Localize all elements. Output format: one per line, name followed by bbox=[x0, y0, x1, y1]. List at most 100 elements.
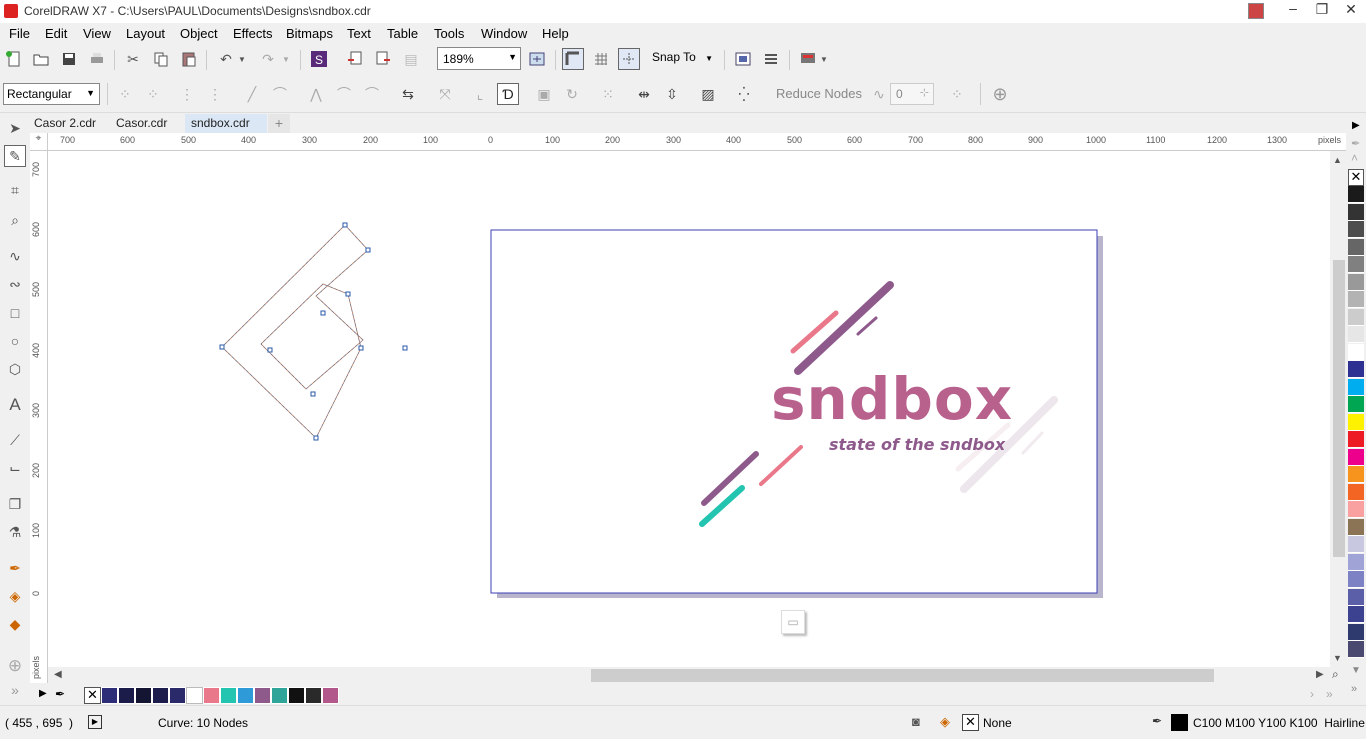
palette-swatch[interactable] bbox=[1348, 641, 1364, 658]
new-tab-icon[interactable]: + bbox=[268, 114, 290, 133]
import-icon[interactable] bbox=[344, 48, 366, 70]
undo-dropdown-icon[interactable]: ▼ bbox=[236, 48, 248, 70]
menu-layout[interactable]: Layout bbox=[126, 26, 165, 41]
text-tool-icon[interactable]: A bbox=[4, 394, 26, 416]
rotate-nodes-icon[interactable]: ↻ bbox=[561, 83, 583, 105]
document-palette-swatch[interactable] bbox=[271, 687, 288, 704]
restore-button[interactable]: ❐ bbox=[1312, 1, 1332, 23]
logo-tagline[interactable]: state of the sndbox bbox=[829, 437, 1005, 453]
fill-bucket-icon[interactable]: ◈ bbox=[940, 714, 950, 730]
options-icon[interactable] bbox=[732, 48, 754, 70]
zoom-level-select[interactable]: 189% ▼ bbox=[437, 47, 521, 70]
delete-node-icon[interactable]: ⁘ bbox=[142, 83, 164, 105]
palette-swatch[interactable] bbox=[1348, 203, 1364, 221]
polygon-tool-icon[interactable]: ⬡ bbox=[4, 358, 26, 380]
add-node-icon[interactable]: ⁘ bbox=[114, 83, 136, 105]
publish-pdf-icon[interactable]: ▤ bbox=[400, 48, 422, 70]
document-palette-swatch[interactable] bbox=[101, 687, 118, 704]
join-nodes-icon[interactable]: ⋮ bbox=[176, 83, 198, 105]
menu-text[interactable]: Text bbox=[347, 26, 371, 41]
palette-flyout-icon[interactable]: ▶ bbox=[1352, 120, 1360, 131]
eyedropper-icon[interactable]: ✒ bbox=[55, 687, 65, 701]
drop-shadow-icon[interactable]: ❐ bbox=[4, 493, 26, 515]
palette-expand-icon[interactable]: » bbox=[1351, 683, 1357, 695]
palette-swatch[interactable] bbox=[1348, 361, 1364, 378]
scroll-right-icon[interactable]: ▶ bbox=[1316, 669, 1324, 680]
tab-casor-2[interactable]: Casor 2.cdr bbox=[28, 114, 102, 133]
horizontal-scrollbar[interactable]: ◀ ▶ ⌕ bbox=[48, 667, 1346, 684]
document-palette-swatch[interactable] bbox=[288, 687, 305, 704]
save-icon[interactable] bbox=[58, 48, 80, 70]
palette-swatch[interactable] bbox=[1348, 571, 1364, 588]
menu-bitmaps[interactable]: Bitmaps bbox=[286, 26, 333, 41]
show-rulers-icon[interactable] bbox=[562, 48, 584, 70]
reverse-direction-icon[interactable]: ⇆ bbox=[397, 83, 419, 105]
extend-curve-icon[interactable]: ⤧ bbox=[434, 83, 456, 105]
vertical-scrollbar[interactable]: ▲ ▼ bbox=[1330, 151, 1346, 667]
toolbox-expand-icon[interactable]: » bbox=[4, 679, 26, 701]
curve-smoothness-field[interactable]: 0 ⊹ bbox=[890, 83, 934, 105]
palette-scroll-down-icon[interactable]: ▼ bbox=[1351, 665, 1361, 676]
stretch-nodes-icon[interactable]: ▣ bbox=[533, 83, 555, 105]
cusp-node-icon[interactable]: ⋀ bbox=[305, 83, 327, 105]
tab-sndbox[interactable]: sndbox.cdr bbox=[185, 114, 267, 133]
palette-swatch[interactable] bbox=[1348, 273, 1364, 291]
mirror-vertical-icon[interactable]: ⇳ bbox=[661, 83, 683, 105]
no-color-swatch[interactable]: ✕ bbox=[84, 687, 101, 704]
add-tool-icon[interactable]: ⊕ bbox=[4, 655, 26, 677]
palette-swatch[interactable] bbox=[1348, 501, 1364, 518]
ruler-origin-icon[interactable]: ⌖ bbox=[30, 133, 48, 151]
tab-casor[interactable]: Casor.cdr bbox=[110, 114, 173, 133]
rectangle-tool-icon[interactable]: □ bbox=[4, 302, 26, 324]
full-screen-preview-icon[interactable] bbox=[526, 48, 548, 70]
redo-dropdown-icon[interactable]: ▼ bbox=[280, 48, 292, 70]
ellipse-tool-icon[interactable]: ○ bbox=[4, 330, 26, 352]
scroll-left-icon[interactable]: ◀ bbox=[54, 669, 62, 680]
print-icon[interactable] bbox=[86, 48, 108, 70]
palette-swatch[interactable] bbox=[1348, 378, 1364, 396]
palette-swatch[interactable] bbox=[1348, 186, 1364, 203]
document-palette-swatch[interactable] bbox=[186, 687, 203, 704]
palette-swatch[interactable] bbox=[1348, 291, 1364, 308]
palette-swatch[interactable] bbox=[1348, 483, 1364, 501]
palette-swatch[interactable] bbox=[1348, 623, 1364, 641]
to-line-icon[interactable]: ╱ bbox=[241, 83, 263, 105]
add-icon[interactable]: ⊕ bbox=[989, 83, 1011, 105]
welcome-screen-icon[interactable] bbox=[797, 48, 819, 70]
interactive-fill-icon[interactable]: ◈ bbox=[4, 585, 26, 607]
extract-subpath-icon[interactable]: ⌞ bbox=[469, 83, 491, 105]
snap-to-dropdown[interactable]: Snap To ▼ bbox=[652, 50, 713, 70]
document-palette-swatch[interactable] bbox=[203, 687, 220, 704]
document-palette-swatch[interactable] bbox=[135, 687, 152, 704]
menu-tools[interactable]: Tools bbox=[434, 26, 464, 41]
page-options-icon[interactable]: ▭ bbox=[781, 610, 805, 634]
show-guidelines-icon[interactable] bbox=[618, 48, 640, 70]
palette-scroll-up-icon[interactable]: ˄ bbox=[1351, 151, 1358, 165]
to-curve-icon[interactable]: ⌒ bbox=[269, 83, 291, 105]
copy-icon[interactable] bbox=[150, 48, 172, 70]
scroll-up-icon[interactable]: ▲ bbox=[1333, 155, 1342, 165]
user-icon[interactable] bbox=[1248, 3, 1264, 19]
select-node-boundary-icon[interactable]: ⁘ bbox=[946, 83, 968, 105]
show-grid-icon[interactable] bbox=[590, 48, 612, 70]
menu-file[interactable]: File bbox=[9, 26, 30, 41]
connector-tool-icon[interactable]: ⌙ bbox=[4, 457, 26, 479]
palette-swatch[interactable] bbox=[1348, 343, 1364, 361]
document-palette-swatch[interactable] bbox=[169, 687, 186, 704]
transparency-icon[interactable]: ⚗ bbox=[4, 521, 26, 543]
smart-fill-icon[interactable]: ◆ bbox=[4, 613, 26, 635]
pick-tool-icon[interactable]: ➤ bbox=[4, 117, 26, 139]
outline-pen-icon[interactable]: ✒ bbox=[1152, 714, 1162, 728]
corel-connect-icon[interactable]: S bbox=[308, 48, 330, 70]
palette-swatch[interactable] bbox=[1348, 396, 1364, 413]
freehand-tool-icon[interactable]: ∿ bbox=[4, 245, 26, 267]
menu-table[interactable]: Table bbox=[387, 26, 418, 41]
palette-swatch[interactable] bbox=[1348, 466, 1364, 483]
eyedropper-tool-icon[interactable]: ✒ bbox=[4, 557, 26, 579]
palette-menu-icon[interactable]: ▶ bbox=[39, 688, 47, 699]
palette-swatch[interactable] bbox=[1348, 518, 1364, 536]
crop-tool-icon[interactable]: ⌗ bbox=[4, 179, 26, 201]
selection-mode-select[interactable]: Rectangular ▼ bbox=[3, 83, 100, 105]
new-document-icon[interactable] bbox=[3, 48, 25, 70]
artistic-media-icon[interactable]: ∾ bbox=[4, 273, 26, 295]
